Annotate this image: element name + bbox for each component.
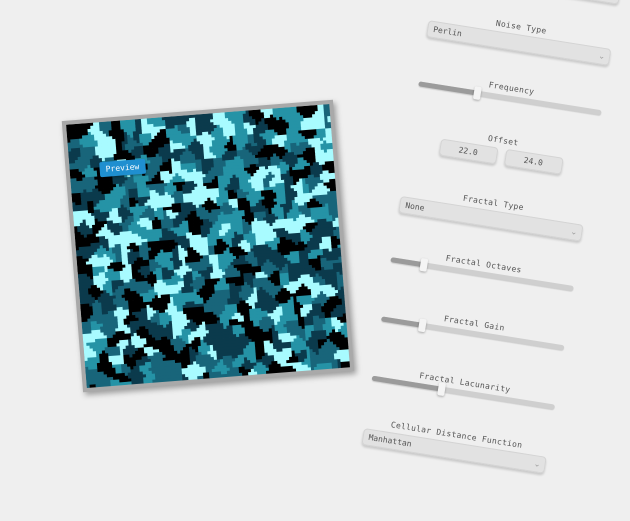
noise-generator-screen: Preview 1657361005 Noise Type Perlin ⌄ F… — [0, 0, 630, 500]
settings-panel: 1657361005 Noise Type Perlin ⌄ Frequency… — [354, 0, 622, 521]
noise-cell — [242, 372, 249, 377]
fractal-gain-slider-thumb[interactable] — [417, 318, 427, 333]
fractal-type-value: None — [404, 200, 426, 213]
fractal-lacunarity-slider-thumb[interactable] — [437, 382, 447, 397]
cellular-distance-value: Manhattan — [367, 432, 413, 449]
noise-type-value: Perlin — [432, 24, 463, 39]
fractal-lacunarity-control: Fractal Lacunarity — [371, 364, 557, 410]
chevron-down-icon: ⌄ — [597, 51, 606, 62]
chevron-down-icon: ⌄ — [569, 226, 578, 237]
noise-cell — [203, 375, 210, 380]
noise-cell — [89, 384, 97, 388]
fractal-type-control: Fractal Type None ⌄ — [398, 184, 585, 242]
fractal-octaves-control: Fractal Octaves — [390, 245, 575, 292]
cellular-distance-control: Cellular Distance Function Manhattan ⌄ — [361, 416, 548, 474]
chevron-down-icon: ⌄ — [533, 459, 542, 470]
noise-cell — [182, 376, 189, 381]
seed-control: 1657361005 — [435, 0, 622, 5]
noise-preview-panel: Preview — [61, 99, 355, 393]
noise-cell — [331, 365, 339, 370]
offset-control: Offset 22.0 24.0 — [408, 122, 595, 180]
noise-preview-image — [66, 104, 350, 388]
noise-cell — [197, 375, 204, 380]
frequency-control: Frequency — [418, 69, 603, 116]
frequency-slider-thumb[interactable] — [473, 86, 483, 101]
seed-input[interactable]: 1657361005 — [435, 0, 622, 5]
noise-type-control: Noise Type Perlin ⌄ — [426, 8, 613, 66]
fractal-octaves-slider-thumb[interactable] — [419, 257, 429, 272]
fractal-gain-control: Fractal Gain — [380, 305, 566, 351]
